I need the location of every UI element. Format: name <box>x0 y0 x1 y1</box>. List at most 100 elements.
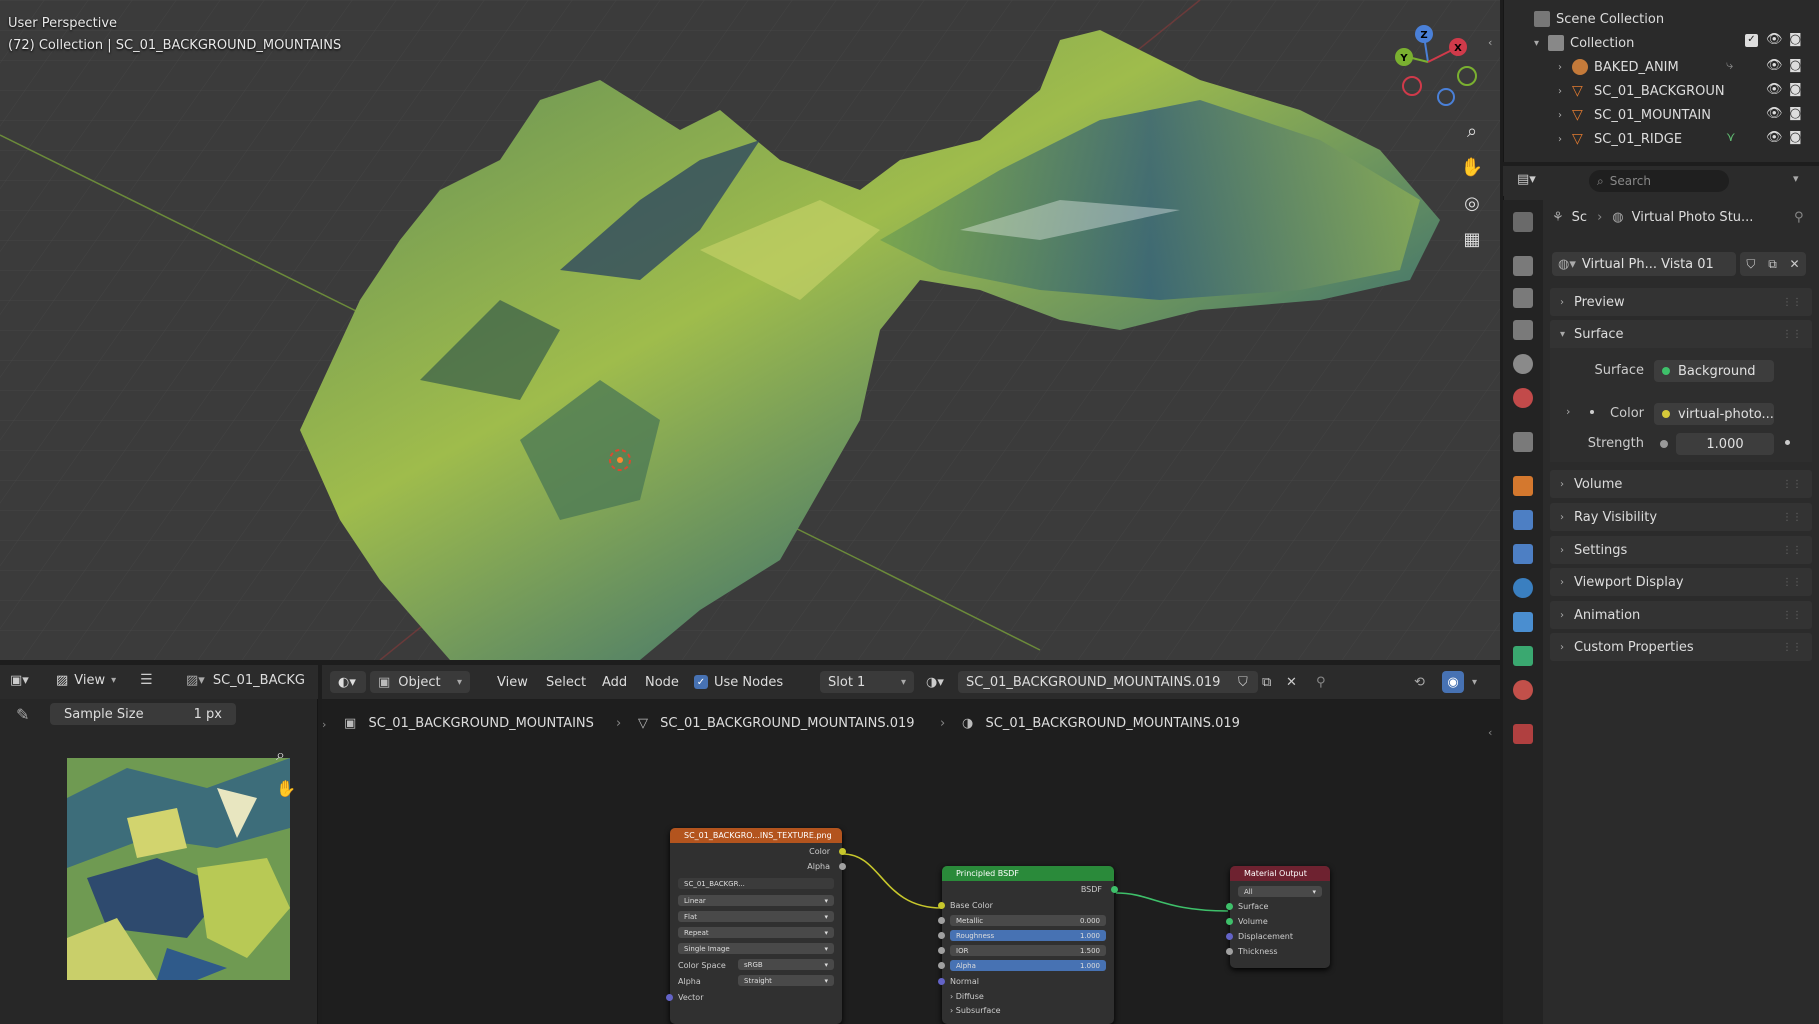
slot-dropdown[interactable]: Slot 1 ▾ <box>820 671 914 693</box>
fake-user-icon[interactable]: ⛉ <box>1238 671 1248 693</box>
source-dropdown[interactable]: Single Image ▾ <box>678 943 834 954</box>
diffuse-panel[interactable]: › Diffuse <box>950 992 984 1001</box>
interpolation-dropdown[interactable]: Linear ▾ <box>678 895 834 906</box>
duplicate-icon[interactable]: ⧉ <box>1768 257 1777 272</box>
drag-handle-icon[interactable]: ⋮⋮ <box>1782 329 1802 340</box>
drag-handle-icon[interactable]: ⋮⋮ <box>1782 512 1802 523</box>
tab-render[interactable] <box>1513 256 1533 276</box>
panel-volume[interactable]: › Volume ⋮⋮ <box>1550 470 1812 498</box>
menu-add[interactable]: Add <box>602 671 627 693</box>
tab-particles[interactable] <box>1513 544 1533 564</box>
keyframe-dot-icon[interactable] <box>1785 440 1790 445</box>
bsdf-output-socket[interactable] <box>1111 886 1118 893</box>
metallic-socket[interactable] <box>938 917 945 924</box>
alpha-output-socket[interactable] <box>839 863 846 870</box>
checkbox-icon[interactable]: ✓ <box>694 675 708 689</box>
alpha-field[interactable]: Alpha 1.000 <box>950 960 1106 971</box>
projection-dropdown[interactable]: Flat ▾ <box>678 911 834 922</box>
zoom-icon[interactable]: ⌕ <box>276 745 285 765</box>
image-datablock-field[interactable]: SC_01_BACKGR... <box>678 878 834 889</box>
eye-icon[interactable]: 👁 <box>1766 106 1783 121</box>
tab-world[interactable] <box>1513 388 1533 408</box>
color-input-field[interactable]: virtual-photo... <box>1654 403 1774 425</box>
3d-viewport[interactable]: Z Y X User Perspective (72) Collection |… <box>0 0 1500 660</box>
tab-collection[interactable] <box>1513 432 1533 452</box>
volume-input-socket[interactable] <box>1226 918 1233 925</box>
panel-custom-properties[interactable]: › Custom Properties ⋮⋮ <box>1550 633 1812 661</box>
outliner-collection[interactable]: ▾ Collection <box>1534 32 1634 54</box>
node-header[interactable]: Principled BSDF <box>942 866 1114 881</box>
panel-ray-visibility[interactable]: › Ray Visibility ⋮⋮ <box>1550 503 1812 531</box>
chevron-right-icon[interactable]: › <box>1558 110 1572 121</box>
metallic-field[interactable]: Metallic 0.000 <box>950 915 1106 926</box>
surface-input-socket[interactable] <box>1226 903 1233 910</box>
roughness-socket[interactable] <box>938 932 945 939</box>
use-nodes-toggle[interactable]: ✓ Use Nodes <box>694 671 783 693</box>
checkbox-icon[interactable]: ✓ <box>1745 34 1758 47</box>
chevron-down-icon[interactable]: ▾ <box>1472 671 1477 693</box>
drag-handle-icon[interactable]: ⋮⋮ <box>1782 297 1802 308</box>
eye-icon[interactable]: 👁 <box>1766 32 1783 47</box>
outliner-item-sc01-background[interactable]: › ▽ SC_01_BACKGROUN <box>1558 80 1725 102</box>
node-header[interactable]: SC_01_BACKGRO...INS_TEXTURE.png <box>670 828 842 843</box>
editor-type-icon[interactable]: ▤▾ <box>1517 172 1547 190</box>
eyedropper-icon[interactable]: ✎ <box>16 705 29 724</box>
tab-view-layer[interactable] <box>1513 320 1533 340</box>
camera-icon[interactable]: ◙ <box>1789 82 1802 97</box>
drag-handle-icon[interactable]: ⋮⋮ <box>1782 577 1802 588</box>
alpha-mode-dropdown[interactable]: Straight ▾ <box>738 975 834 986</box>
menu-view[interactable]: View <box>497 671 528 693</box>
surface-shader-field[interactable]: Background <box>1654 360 1774 382</box>
outliner-item-baked-anim[interactable]: › BAKED_ANIM <box>1558 56 1679 78</box>
menu-icon[interactable]: ☰ <box>140 672 153 688</box>
panel-surface[interactable]: ▾ Surface ⋮⋮ <box>1550 320 1812 348</box>
tab-material[interactable] <box>1513 680 1533 700</box>
tab-scene[interactable] <box>1513 354 1533 374</box>
tab-data[interactable] <box>1513 646 1533 666</box>
panel-preview[interactable]: › Preview ⋮⋮ <box>1550 288 1812 316</box>
camera-icon[interactable]: ◙ <box>1789 130 1802 145</box>
color-output-socket[interactable] <box>839 848 846 855</box>
material-output-node[interactable]: Material Output All ▾ Surface Volume Disp… <box>1226 866 1330 968</box>
roughness-field[interactable]: Roughness 1.000 <box>950 930 1106 941</box>
pin-icon[interactable]: ⚲ <box>1794 210 1804 225</box>
pin-icon[interactable]: ⚲ <box>1316 671 1326 693</box>
displacement-input-socket[interactable] <box>1226 933 1233 940</box>
extension-dropdown[interactable]: Repeat ▾ <box>678 927 834 938</box>
editor-type-icon[interactable]: ▣▾ <box>10 673 29 688</box>
node-header[interactable]: Material Output <box>1230 866 1330 881</box>
node-editor-canvas[interactable]: SC_01_BACKGRO...INS_TEXTURE.png Color Al… <box>322 748 1500 1024</box>
fake-user-icon[interactable]: ⛉ <box>1746 257 1755 272</box>
tab-object[interactable] <box>1513 476 1533 496</box>
close-icon[interactable]: ✕ <box>1286 671 1297 693</box>
drag-handle-icon[interactable]: ⋮⋮ <box>1782 479 1802 490</box>
panel-viewport-display[interactable]: › Viewport Display ⋮⋮ <box>1550 568 1812 596</box>
chevron-down-icon[interactable]: ▾ <box>1793 172 1799 185</box>
outliner-item-sc01-mountain[interactable]: › ▽ SC_01_MOUNTAIN <box>1558 104 1711 126</box>
tab-constraints[interactable] <box>1513 612 1533 632</box>
chevron-right-icon[interactable]: › <box>1558 134 1572 145</box>
tab-tool[interactable] <box>1513 212 1533 232</box>
duplicate-icon[interactable]: ⧉ <box>1262 671 1271 693</box>
panel-animation[interactable]: › Animation ⋮⋮ <box>1550 601 1812 629</box>
ior-socket[interactable] <box>938 947 945 954</box>
sidebar-toggle-icon[interactable]: ‹ <box>1488 36 1492 49</box>
chevron-left-icon[interactable]: ‹ <box>1488 726 1492 739</box>
overlay-icon[interactable]: ◉ <box>1442 671 1464 693</box>
outliner-item-sc01-ridge[interactable]: › ▽ SC_01_RIDGE <box>1558 128 1682 150</box>
snap-icon[interactable]: ⟲ <box>1414 671 1425 693</box>
world-selector[interactable]: ◍▾ Virtual Ph... Vista 01 <box>1552 252 1736 276</box>
tab-texture[interactable] <box>1513 724 1533 744</box>
ior-field[interactable]: IOR 1.500 <box>950 945 1106 956</box>
image-texture-node[interactable]: SC_01_BACKGRO...INS_TEXTURE.png Color Al… <box>666 828 846 1024</box>
eye-icon[interactable]: 👁 <box>1766 130 1783 145</box>
eye-icon[interactable]: 👁 <box>1766 82 1783 97</box>
drag-handle-icon[interactable]: ⋮⋮ <box>1782 545 1802 556</box>
tab-physics[interactable] <box>1513 578 1533 598</box>
camera-icon[interactable]: ◎ <box>1457 188 1487 218</box>
tab-modifiers[interactable] <box>1513 510 1533 530</box>
material-browse-icon[interactable]: ◑▾ <box>926 671 944 693</box>
camera-icon[interactable]: ◙ <box>1789 32 1802 47</box>
image-selector[interactable]: ▨▾ SC_01_BACKG <box>186 673 316 688</box>
outliner-scene-collection[interactable]: Scene Collection <box>1534 8 1664 30</box>
